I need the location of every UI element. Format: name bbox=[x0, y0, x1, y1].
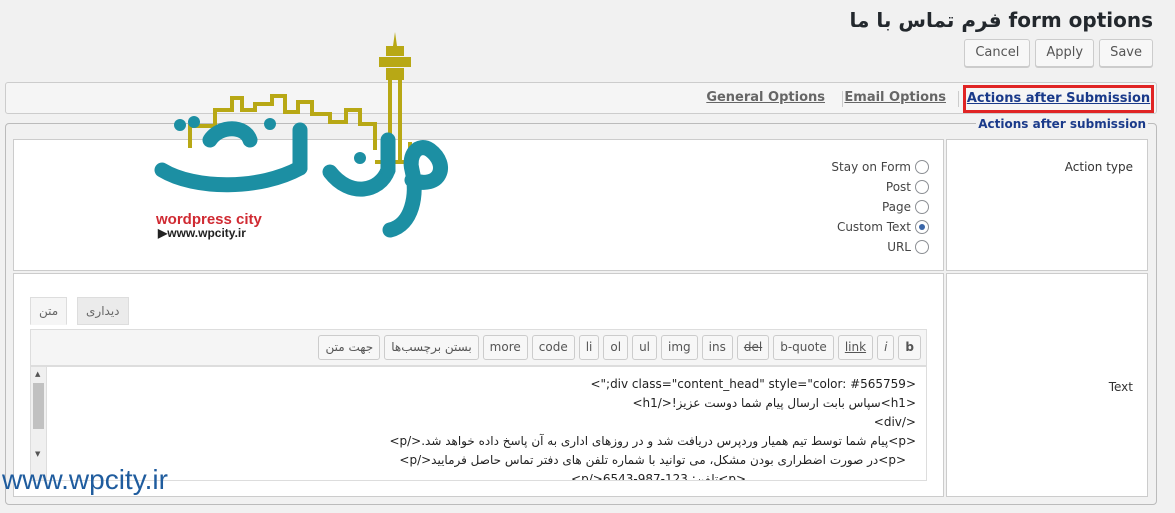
quicktag-button[interactable]: جهت متن bbox=[318, 335, 381, 360]
radio-circle[interactable] bbox=[915, 160, 929, 174]
quicktag-button[interactable]: ol bbox=[603, 335, 629, 360]
radio-circle[interactable] bbox=[915, 200, 929, 214]
action-type-label: Action type bbox=[1064, 160, 1133, 174]
action-type-label-cell: Action type bbox=[946, 139, 1148, 271]
watermark-url: www.wpcity.ir bbox=[2, 464, 168, 495]
tab-separator bbox=[842, 91, 843, 107]
radio-circle[interactable] bbox=[915, 240, 929, 254]
editor-tab-text[interactable]: متن bbox=[30, 297, 68, 325]
quicktag-button[interactable]: ul bbox=[632, 335, 658, 360]
code-line: <p>در صورت اضطراری بودن مشکل، می توانید … bbox=[399, 453, 906, 467]
tab-actions-label: Actions after Submission bbox=[966, 91, 1151, 106]
code-line: </div> bbox=[873, 415, 916, 429]
radio-label: Custom Text bbox=[836, 220, 911, 234]
tab-separator bbox=[958, 91, 959, 107]
page-title: فرم تماس با ما form options bbox=[849, 8, 1153, 32]
text-label-cell: Text bbox=[946, 273, 1148, 497]
top-actions: Cancel Apply Save bbox=[964, 39, 1153, 67]
action-type-radios: Stay on Form Post Page Custom Text URL bbox=[831, 157, 929, 257]
radio-label: URL bbox=[887, 240, 911, 254]
radio-label: Post bbox=[885, 180, 911, 194]
save-button[interactable]: Save bbox=[1099, 39, 1153, 67]
code-line: <p>پیام شما توسط تیم همیار وردپرس دریافت… bbox=[389, 434, 916, 448]
quicktag-button[interactable]: del bbox=[736, 335, 770, 360]
radio-circle-selected[interactable] bbox=[915, 220, 929, 234]
tab-email-options[interactable]: Email Options bbox=[844, 90, 946, 105]
tab-actions-after-submission[interactable]: Actions after Submission bbox=[963, 85, 1154, 113]
radio-custom-text[interactable]: Custom Text bbox=[831, 217, 929, 237]
code-line: <div class="content_head" style="color: … bbox=[590, 377, 916, 391]
quicktag-button[interactable]: i bbox=[877, 335, 895, 360]
cancel-button[interactable]: Cancel bbox=[964, 39, 1031, 67]
tower-icon bbox=[379, 32, 411, 80]
tab-general-options[interactable]: General Options bbox=[706, 90, 825, 105]
quicktag-button[interactable]: بستن برچسب‌ها bbox=[384, 335, 479, 360]
fieldset-legend: Actions after submission bbox=[976, 117, 1148, 131]
scroll-down-icon[interactable]: ▼ bbox=[35, 450, 40, 458]
radio-label: Page bbox=[881, 200, 911, 214]
editor-tab-visual[interactable]: دیداری bbox=[77, 297, 129, 325]
quicktag-button[interactable]: more bbox=[482, 335, 528, 360]
scroll-up-icon[interactable]: ▲ bbox=[35, 370, 40, 378]
radio-post[interactable]: Post bbox=[831, 177, 929, 197]
logo-brand-url: ▶www.wpcity.ir bbox=[158, 226, 246, 240]
text-label: Text bbox=[1108, 380, 1133, 394]
code-line: <h1>سپاس بابت ارسال پیام شما دوست عزیز!<… bbox=[632, 396, 916, 410]
quicktag-button[interactable]: ins bbox=[701, 335, 733, 360]
quicktag-button[interactable]: b-quote bbox=[773, 335, 834, 360]
radio-circle[interactable] bbox=[915, 180, 929, 194]
radio-page[interactable]: Page bbox=[831, 197, 929, 217]
quicktag-button[interactable]: code bbox=[531, 335, 575, 360]
scroll-thumb[interactable] bbox=[33, 383, 44, 429]
quicktags-toolbar: جهت متن بستن برچسب‌ها more code li ol ul img ins… bbox=[30, 329, 927, 366]
quicktag-button[interactable]: li bbox=[578, 335, 600, 360]
quicktag-button[interactable]: link bbox=[837, 335, 874, 360]
apply-button[interactable]: Apply bbox=[1035, 39, 1095, 67]
radio-stay-on-form[interactable]: Stay on Form bbox=[831, 157, 929, 177]
quicktag-button[interactable]: img bbox=[661, 335, 698, 360]
code-line: <p>تلفن: 123-987-6543</p> bbox=[571, 472, 746, 481]
radio-label: Stay on Form bbox=[831, 160, 911, 174]
radio-url[interactable]: URL bbox=[831, 237, 929, 257]
quicktag-button[interactable]: b bbox=[898, 335, 921, 360]
